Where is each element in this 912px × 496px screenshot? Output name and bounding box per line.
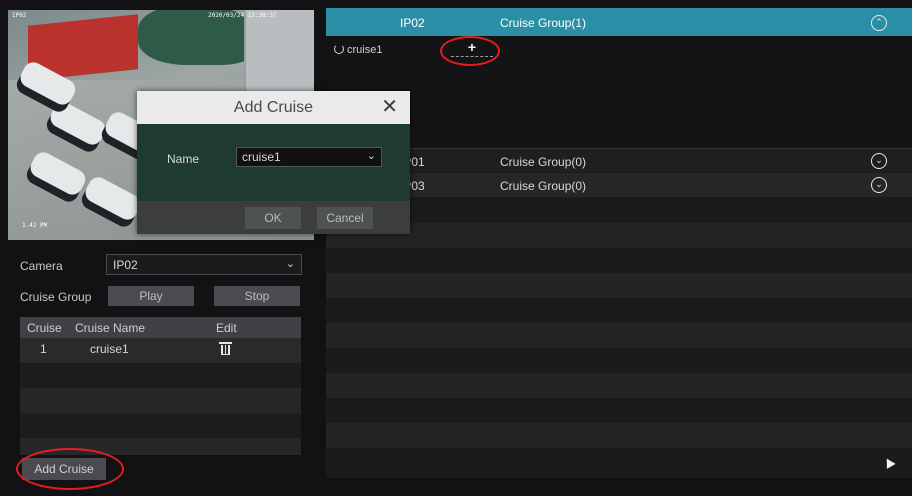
empty-row <box>326 373 912 398</box>
empty-row <box>326 448 912 478</box>
group-row-ip02[interactable]: IP02 Cruise Group(1) ⌃ <box>326 8 912 36</box>
dialog-footer: OK Cancel <box>137 201 410 234</box>
dialog-title: Add Cruise <box>137 91 410 124</box>
group-camera: IP02 <box>400 16 425 30</box>
annotation-circle <box>16 448 124 490</box>
play-button[interactable]: Play <box>108 286 194 306</box>
empty-row <box>326 398 912 423</box>
add-cruise-dialog: Add Cruise ✕ Name cruise1 ⌄ OK Cancel <box>137 91 410 234</box>
camera-select[interactable]: IP02 ⌄ <box>106 254 302 275</box>
cruise-group-label: Cruise Group <box>20 290 92 304</box>
cruise-group-panel: IP02 Cruise Group(1) ⌃ cruise1 + IP01 Cr… <box>326 8 912 478</box>
preview-camera-label: IP02 <box>12 12 27 19</box>
empty-row <box>326 198 912 223</box>
empty-row <box>326 273 912 298</box>
camera-select-value: IP02 <box>113 258 138 272</box>
header-cruise-name: Cruise Name <box>75 321 146 335</box>
empty-row <box>20 363 301 388</box>
empty-row <box>20 413 301 438</box>
annotation-circle <box>440 36 500 66</box>
name-label: Name <box>167 152 200 166</box>
group-name: Cruise Group(1) <box>500 16 587 30</box>
empty-row <box>326 423 912 448</box>
chevron-down-circle-icon[interactable]: ⌄ <box>871 177 887 193</box>
empty-row <box>326 298 912 323</box>
name-input[interactable]: cruise1 ⌄ <box>236 147 382 167</box>
cruise-list-item[interactable]: cruise1 <box>334 44 382 56</box>
chevron-down-icon: ⌄ <box>285 258 295 270</box>
group-name: Cruise Group(0) <box>500 155 587 169</box>
header-cruise: Cruise <box>27 321 62 335</box>
empty-row <box>326 223 912 248</box>
preview-bottom-label: 1.42 PM <box>22 222 48 229</box>
empty-row <box>20 388 301 413</box>
cruise-table: Cruise Cruise Name Edit 1 cruise1 <box>20 317 301 455</box>
row-cruise-number: 1 <box>40 342 47 356</box>
header-edit: Edit <box>216 321 237 335</box>
stop-button[interactable]: Stop <box>214 286 300 306</box>
empty-row <box>326 248 912 273</box>
preview-timestamp: 2020/03/24 15:38:37 <box>208 12 277 19</box>
empty-row <box>326 323 912 348</box>
name-input-value: cruise1 <box>242 150 281 164</box>
table-row[interactable]: 1 cruise1 <box>20 338 301 363</box>
ok-button[interactable]: OK <box>245 207 301 229</box>
camera-label: Camera <box>20 259 63 273</box>
cruise-list-area: cruise1 + <box>326 36 912 148</box>
chevron-down-icon: ⌄ <box>366 150 376 162</box>
cruise-item-label: cruise1 <box>347 44 383 56</box>
chevron-up-circle-icon[interactable]: ⌃ <box>871 15 887 31</box>
chevron-down-circle-icon[interactable]: ⌄ <box>871 153 887 169</box>
refresh-icon <box>334 44 344 54</box>
trash-icon[interactable] <box>219 342 232 355</box>
group-row-ip03[interactable]: IP03 Cruise Group(0) ⌄ <box>326 173 912 197</box>
group-name: Cruise Group(0) <box>500 179 587 193</box>
cruise-table-header: Cruise Cruise Name Edit <box>20 317 301 338</box>
group-row-ip01[interactable]: IP01 Cruise Group(0) ⌄ <box>326 148 912 172</box>
row-cruise-name: cruise1 <box>90 342 129 356</box>
cancel-button[interactable]: Cancel <box>317 207 373 229</box>
empty-row <box>326 348 912 373</box>
close-icon[interactable]: ✕ <box>381 91 398 124</box>
